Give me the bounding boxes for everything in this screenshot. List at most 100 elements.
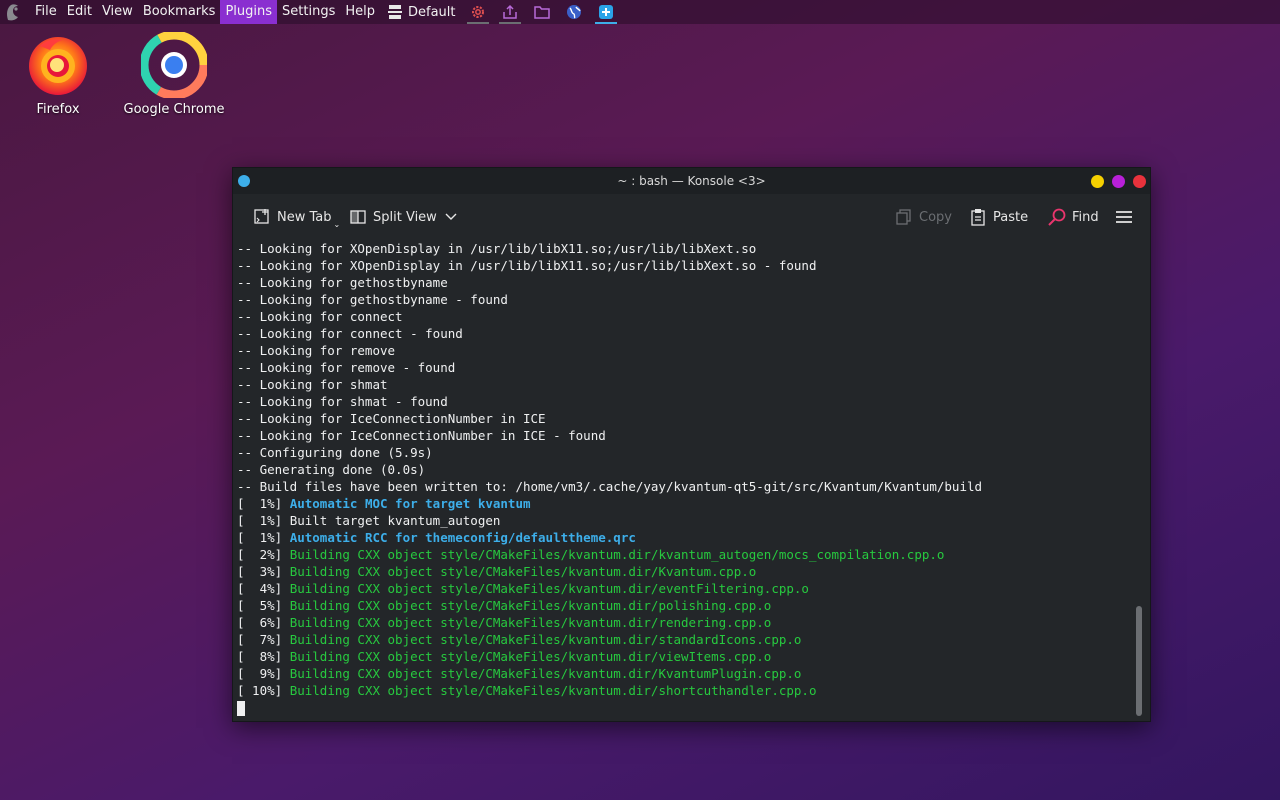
split-view-button[interactable]: Split View: [349, 194, 457, 240]
split-view-icon: [350, 210, 366, 224]
menu-settings[interactable]: Settings: [277, 0, 340, 24]
copy-icon: [896, 209, 911, 225]
terminal-line: [ 1%] Automatic MOC for target kvantum: [237, 495, 1132, 512]
terminal-line-text: Building CXX object style/CMakeFiles/kva…: [289, 598, 772, 613]
terminal-line-text: Building CXX object style/CMakeFiles/kva…: [289, 581, 809, 596]
menu-help[interactable]: Help: [340, 0, 380, 24]
minimize-button[interactable]: [1091, 175, 1104, 188]
hamburger-menu-button[interactable]: [1115, 194, 1139, 240]
terminal-line: -- Looking for connect: [237, 308, 1132, 325]
add-note-icon[interactable]: [594, 0, 618, 24]
terminal-line: [ 1%] Built target kvantum_autogen: [237, 512, 1132, 529]
new-tab-button[interactable]: New Tab ⌄: [253, 194, 340, 240]
gear-icon[interactable]: [466, 0, 490, 24]
upload-icon[interactable]: [498, 0, 522, 24]
terminal-line-prefix: [ 1%]: [237, 530, 290, 545]
terminal-line-text: Automatic RCC for themeconfig/defaultthe…: [289, 530, 636, 545]
desktop-icon-firefox[interactable]: Firefox: [3, 32, 113, 117]
terminal-line-prefix: [ 3%]: [237, 564, 290, 579]
terminal-line-text: -- Looking for IceConnectionNumber in IC…: [237, 428, 606, 443]
terminal-line-text: -- Looking for connect: [237, 309, 403, 324]
terminal-line-text: Automatic MOC for target kvantum: [289, 496, 531, 511]
terminal-line: -- Looking for XOpenDisplay in /usr/lib/…: [237, 240, 1132, 257]
desktop-icon-label: Firefox: [36, 102, 80, 117]
terminal-line-text: Building CXX object style/CMakeFiles/kva…: [289, 547, 945, 562]
globe-icon[interactable]: [562, 0, 586, 24]
copy-button[interactable]: Copy: [895, 194, 952, 240]
new-tab-label: New Tab: [277, 209, 332, 225]
window-titlebar[interactable]: ~ : bash — Konsole <3>: [233, 168, 1150, 194]
terminal-line-text: Built target kvantum_autogen: [289, 513, 501, 528]
konsole-toolbar: New Tab ⌄ Split View Copy Paste Find: [233, 194, 1150, 240]
top-menu-bar: File Edit View Bookmarks Plugins Setting…: [0, 0, 1280, 24]
menu-file[interactable]: File: [30, 0, 62, 24]
terminal-line-text: -- Looking for shmat - found: [237, 394, 448, 409]
terminal-line: -- Looking for remove: [237, 342, 1132, 359]
window-menu-icon[interactable]: [238, 175, 250, 187]
terminal-line-text: -- Looking for connect - found: [237, 326, 463, 341]
terminal-line-text: Building CXX object style/CMakeFiles/kva…: [289, 564, 757, 579]
new-tab-icon: [254, 209, 269, 224]
terminal-line-text: Building CXX object style/CMakeFiles/kva…: [289, 615, 772, 630]
terminal-line: [ 6%] Building CXX object style/CMakeFil…: [237, 614, 1132, 631]
terminal-line-text: Building CXX object style/CMakeFiles/kva…: [289, 683, 817, 698]
app-logo-icon[interactable]: [2, 1, 24, 23]
hamburger-menu-icon: [1116, 211, 1132, 223]
terminal-line: [ 2%] Building CXX object style/CMakeFil…: [237, 546, 1132, 563]
terminal-line-prefix: [ 1%]: [237, 513, 290, 528]
copy-label: Copy: [919, 209, 952, 225]
terminal-line-text: -- Looking for XOpenDisplay in /usr/lib/…: [237, 258, 817, 273]
terminal-line-text: Building CXX object style/CMakeFiles/kva…: [289, 632, 802, 647]
terminal-line-prefix: [ 5%]: [237, 598, 290, 613]
desktop-icon-chrome[interactable]: Google Chrome: [119, 32, 229, 117]
menu-view[interactable]: View: [97, 0, 138, 24]
terminal-line: -- Looking for gethostbyname: [237, 274, 1132, 291]
terminal-line: [ 5%] Building CXX object style/CMakeFil…: [237, 597, 1132, 614]
menu-edit[interactable]: Edit: [62, 0, 97, 24]
terminal-line-text: -- Looking for XOpenDisplay in /usr/lib/…: [237, 241, 757, 256]
window-title: ~ : bash — Konsole <3>: [617, 174, 766, 188]
maximize-button[interactable]: [1112, 175, 1125, 188]
terminal-line-prefix: [ 7%]: [237, 632, 290, 647]
terminal-output[interactable]: -- Looking for XOpenDisplay in /usr/lib/…: [237, 240, 1132, 718]
folder-icon[interactable]: [530, 0, 554, 24]
terminal-line: -- Build files have been written to: /ho…: [237, 478, 1132, 495]
terminal-line-prefix: [ 10%]: [237, 683, 290, 698]
terminal-line: [ 7%] Building CXX object style/CMakeFil…: [237, 631, 1132, 648]
terminal-scrollbar[interactable]: [1134, 240, 1146, 718]
terminal-line-prefix: [ 6%]: [237, 615, 290, 630]
chevron-down-icon[interactable]: [445, 213, 457, 221]
scrollbar-thumb[interactable]: [1136, 606, 1142, 716]
terminal-line-prefix: [ 2%]: [237, 547, 290, 562]
firefox-icon: [29, 37, 87, 95]
split-view-label: Split View: [373, 209, 437, 225]
paste-label: Paste: [993, 209, 1029, 225]
terminal-line: [ 1%] Automatic RCC for themeconfig/defa…: [237, 529, 1132, 546]
terminal-line: -- Generating done (0.0s): [237, 461, 1132, 478]
close-button[interactable]: [1133, 175, 1146, 188]
terminal-line: -- Looking for shmat - found: [237, 393, 1132, 410]
terminal-line: -- Looking for XOpenDisplay in /usr/lib/…: [237, 257, 1132, 274]
find-button[interactable]: Find: [1047, 194, 1099, 240]
terminal-line-text: -- Looking for remove - found: [237, 360, 456, 375]
terminal-line-prefix: [ 8%]: [237, 649, 290, 664]
menu-plugins[interactable]: Plugins: [220, 0, 278, 24]
chrome-icon: [141, 32, 207, 98]
terminal-line-text: Building CXX object style/CMakeFiles/kva…: [289, 649, 772, 664]
terminal-line-text: -- Looking for gethostbyname: [237, 275, 448, 290]
paste-button[interactable]: Paste: [969, 194, 1028, 240]
terminal-line: [ 3%] Building CXX object style/CMakeFil…: [237, 563, 1132, 580]
terminal-line-text: -- Looking for shmat: [237, 377, 388, 392]
terminal-line-text: -- Looking for remove: [237, 343, 396, 358]
terminal-line: -- Looking for gethostbyname - found: [237, 291, 1132, 308]
terminal-line-text: -- Looking for gethostbyname - found: [237, 292, 508, 307]
paste-icon: [971, 209, 985, 226]
terminal-line: -- Looking for IceConnectionNumber in IC…: [237, 410, 1132, 427]
terminal-line-text: -- Build files have been written to: /ho…: [237, 479, 983, 494]
terminal-line: -- Looking for remove - found: [237, 359, 1132, 376]
menu-bookmarks[interactable]: Bookmarks: [138, 0, 221, 24]
layout-selector[interactable]: Default: [380, 0, 462, 24]
layout-label: Default: [408, 4, 456, 20]
desktop-icon-label: Google Chrome: [123, 102, 225, 117]
terminal-line: -- Looking for IceConnectionNumber in IC…: [237, 427, 1132, 444]
